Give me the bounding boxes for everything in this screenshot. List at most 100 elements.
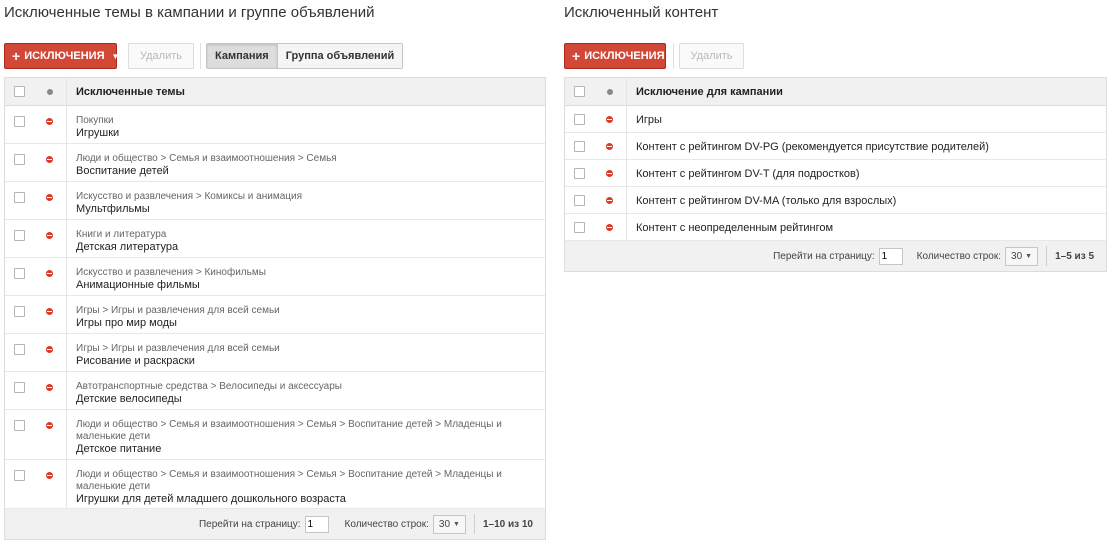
toolbar-divider xyxy=(200,43,201,69)
topics-panel-title: Исключенные темы в кампании и группе объ… xyxy=(4,4,375,21)
column-header-topics[interactable]: Исключенные темы xyxy=(67,86,545,98)
row-checkbox[interactable] xyxy=(13,344,25,355)
red-minus-circle-icon xyxy=(46,384,53,391)
level-toggle: Кампания Группа объявлений xyxy=(206,43,404,69)
content-exclusion-name: Контент с рейтингом DV-T (для подростков… xyxy=(636,168,860,180)
table-row: Автотранспортные средства > Велосипеды и… xyxy=(5,372,545,410)
content-exclusion-name: Контент с рейтингом DV-PG (рекомендуется… xyxy=(636,141,989,153)
rows-count-label: Количество строк: xyxy=(344,518,429,530)
footer-divider xyxy=(1046,246,1048,266)
topic-path: Люди и общество > Семья и взаимоотношени… xyxy=(76,153,337,164)
rows-per-page-select[interactable]: 30 ▼ xyxy=(1005,246,1039,266)
row-checkbox[interactable] xyxy=(573,222,585,233)
table-row: Контент с рейтингом DV-MA (только для вз… xyxy=(565,187,1106,214)
chevron-down-icon: ▼ xyxy=(453,520,460,528)
adgroup-level-button[interactable]: Группа объявлений xyxy=(276,44,403,68)
add-content-exclusions-button[interactable]: + ИСКЛЮЧЕНИЯ xyxy=(564,43,666,69)
row-checkbox[interactable] xyxy=(13,116,25,127)
topic-path: Искусство и развлечения > Комиксы и аним… xyxy=(76,191,302,202)
toolbar-divider xyxy=(673,43,674,69)
topic-name: Детское питание xyxy=(76,443,162,455)
table-footer: Перейти на страницу: Количество строк: 3… xyxy=(5,509,545,539)
add-exclusions-label: ИСКЛЮЧЕНИЯ xyxy=(584,50,665,62)
column-header-campaign-exclusion[interactable]: Исключение для кампании xyxy=(627,86,1106,98)
chevron-down-icon: ▼ xyxy=(111,51,120,61)
row-checkbox[interactable] xyxy=(13,420,25,431)
topic-name: Мультфильмы xyxy=(76,203,150,215)
table-footer: Перейти на страницу: Количество строк: 3… xyxy=(565,241,1106,271)
row-checkbox[interactable] xyxy=(573,114,585,125)
red-minus-circle-icon xyxy=(606,170,613,177)
footer-divider xyxy=(473,514,475,534)
topic-path: Покупки xyxy=(76,115,114,126)
row-checkbox[interactable] xyxy=(13,154,25,165)
page-number-input[interactable] xyxy=(304,515,329,533)
red-minus-circle-icon xyxy=(46,156,53,163)
red-minus-circle-icon xyxy=(46,232,53,239)
row-checkbox[interactable] xyxy=(13,192,25,203)
rows-per-page-value: 30 xyxy=(1011,250,1023,262)
red-minus-circle-icon xyxy=(46,346,53,353)
add-exclusions-label: ИСКЛЮЧЕНИЯ xyxy=(24,50,105,62)
row-checkbox[interactable] xyxy=(573,168,585,179)
select-all-checkbox[interactable] xyxy=(13,86,25,97)
row-checkbox[interactable] xyxy=(573,195,585,206)
table-row: Покупки Игрушки xyxy=(5,106,545,144)
row-checkbox[interactable] xyxy=(13,382,25,393)
row-checkbox[interactable] xyxy=(13,470,25,481)
red-minus-circle-icon xyxy=(606,143,613,150)
topic-name: Игрушки xyxy=(76,127,120,139)
content-toolbar: + ИСКЛЮЧЕНИЯ Удалить xyxy=(564,43,1107,77)
topic-name: Воспитание детей xyxy=(76,165,169,177)
content-exclusions-panel: Исключенный контент + ИСКЛЮЧЕНИЯ Удалить… xyxy=(564,0,1107,272)
topic-name: Игрушки для детей младшего дошкольного в… xyxy=(76,493,346,505)
table-row: Игры > Игры и развлечения для всей семьи… xyxy=(5,296,545,334)
row-checkbox[interactable] xyxy=(13,268,25,279)
table-header: Исключенные темы xyxy=(5,78,545,106)
goto-page-label: Перейти на страницу: xyxy=(773,250,875,262)
topic-path: Игры > Игры и развлечения для всей семьи xyxy=(76,343,280,354)
pagination-range: 1–5 из 5 xyxy=(1055,250,1094,262)
red-minus-circle-icon xyxy=(46,422,53,429)
content-table: Исключение для кампании Игры Контент с р… xyxy=(564,77,1107,272)
delete-button[interactable]: Удалить xyxy=(679,43,744,69)
red-minus-circle-icon xyxy=(606,224,613,231)
rows-count-label: Количество строк: xyxy=(916,250,1002,262)
topic-name: Анимационные фильмы xyxy=(76,279,200,291)
content-panel-title: Исключенный контент xyxy=(564,4,719,21)
table-row: Искусство и развлечения > Кинофильмы Аним… xyxy=(5,258,545,296)
content-exclusion-name: Контент с неопределенным рейтингом xyxy=(636,222,834,234)
row-checkbox[interactable] xyxy=(573,141,585,152)
status-column-icon xyxy=(46,88,53,95)
red-minus-circle-icon xyxy=(606,116,613,123)
campaign-level-button[interactable]: Кампания xyxy=(207,44,277,68)
topic-path: Искусство и развлечения > Кинофильмы xyxy=(76,267,266,278)
content-exclusion-name: Игры xyxy=(636,114,662,126)
table-row: Искусство и развлечения > Комиксы и аним… xyxy=(5,182,545,220)
row-checkbox[interactable] xyxy=(13,230,25,241)
topics-exclusions-panel: Исключенные темы в кампании и группе объ… xyxy=(4,0,546,540)
status-column-icon xyxy=(606,88,613,95)
topic-name: Игры про мир моды xyxy=(76,317,177,329)
page-number-input[interactable] xyxy=(878,247,903,265)
select-all-checkbox[interactable] xyxy=(573,86,585,97)
table-row: Контент с неопределенным рейтингом xyxy=(565,214,1106,241)
topic-path: Книги и литература xyxy=(76,229,167,240)
red-minus-circle-icon xyxy=(46,308,53,315)
red-minus-circle-icon xyxy=(46,118,53,125)
delete-button[interactable]: Удалить xyxy=(128,43,194,69)
table-row: Люди и общество > Семья и взаимоотношени… xyxy=(5,144,545,182)
table-row: Игры > Игры и развлечения для всей семьи… xyxy=(5,334,545,372)
topics-toolbar: + ИСКЛЮЧЕНИЯ ▼ Удалить Кампания Группа о… xyxy=(4,43,546,77)
red-minus-circle-icon xyxy=(46,472,53,479)
row-checkbox[interactable] xyxy=(13,306,25,317)
red-minus-circle-icon xyxy=(46,194,53,201)
rows-per-page-select[interactable]: 30 ▼ xyxy=(432,514,466,534)
topics-table: Исключенные темы Покупки Игрушки Люди и о… xyxy=(4,77,546,540)
topic-path: Автотранспортные средства > Велосипеды и… xyxy=(76,381,342,392)
chevron-down-icon: ▼ xyxy=(1025,252,1033,260)
add-exclusions-button[interactable]: + ИСКЛЮЧЕНИЯ ▼ xyxy=(4,43,120,69)
goto-page-label: Перейти на страницу: xyxy=(198,518,301,530)
table-row: Люди и общество > Семья и взаимоотношени… xyxy=(5,410,545,460)
table-header: Исключение для кампании xyxy=(565,78,1106,106)
